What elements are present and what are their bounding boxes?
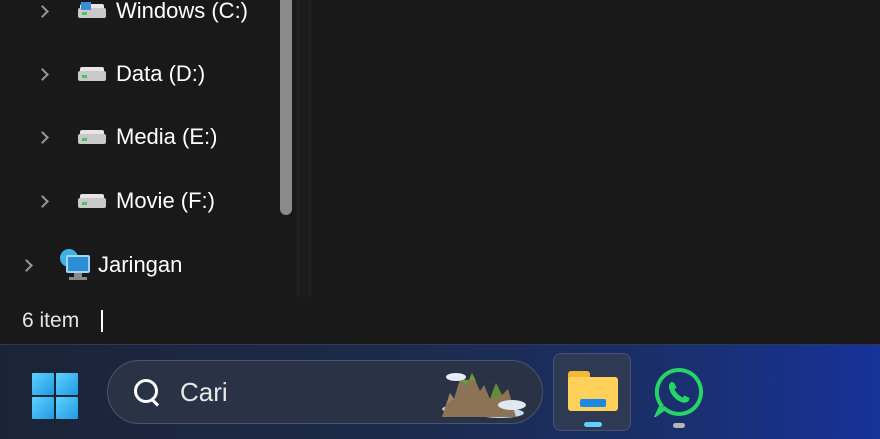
drive-icon — [78, 67, 106, 81]
chevron-right-icon[interactable] — [20, 258, 34, 272]
search-placeholder: Cari — [180, 376, 228, 407]
search-highlight-icon — [442, 373, 526, 418]
drive-icon — [78, 130, 106, 144]
start-button[interactable] — [26, 367, 84, 425]
file-explorer-window: Windows (C:) Data (D:) Media (E:) Movie … — [0, 0, 880, 344]
windows-drive-icon — [78, 2, 106, 18]
network-icon — [60, 249, 92, 281]
chevron-right-icon[interactable] — [36, 130, 50, 144]
search-icon — [132, 377, 162, 407]
tree-item-label: Media (E:) — [116, 124, 218, 149]
active-indicator — [584, 422, 602, 427]
tree-item-media-e[interactable]: Media (E:) — [36, 117, 217, 157]
taskbar: Cari — [0, 344, 880, 439]
pane-divider[interactable] — [297, 0, 311, 297]
running-indicator — [673, 423, 685, 428]
folder-icon — [568, 371, 618, 411]
tree-item-label: Windows (C:) — [116, 0, 249, 23]
drive-icon — [78, 194, 106, 208]
scrollbar-thumb[interactable] — [280, 0, 292, 215]
tree-item-movie-f[interactable]: Movie (F:) — [36, 181, 215, 221]
windows-logo-icon — [56, 397, 78, 419]
search-input[interactable]: Cari — [107, 360, 543, 424]
text-cursor — [101, 309, 104, 332]
windows-logo-icon — [56, 373, 78, 395]
taskbar-whatsapp[interactable] — [640, 353, 718, 431]
taskbar-file-explorer[interactable] — [553, 353, 631, 431]
status-bar: 6 item — [0, 297, 880, 344]
tree-item-label: Jaringan — [98, 252, 183, 277]
navigation-pane: Windows (C:) Data (D:) Media (E:) Movie … — [0, 0, 297, 297]
item-count: 6 item — [22, 308, 80, 332]
whatsapp-icon — [654, 367, 704, 417]
chevron-right-icon[interactable] — [36, 194, 50, 208]
tree-item-jaringan[interactable]: Jaringan — [20, 245, 182, 285]
nav-scrollbar[interactable] — [279, 0, 293, 297]
windows-logo-icon — [32, 373, 54, 395]
content-pane[interactable] — [311, 0, 880, 297]
tree-item-label: Movie (F:) — [116, 188, 215, 213]
tree-item-label: Data (D:) — [116, 61, 206, 86]
tree-item-data-d[interactable]: Data (D:) — [36, 54, 205, 94]
chevron-right-icon[interactable] — [36, 67, 50, 81]
tree-item-windows-c[interactable]: Windows (C:) — [36, 0, 248, 31]
chevron-right-icon[interactable] — [36, 4, 50, 18]
windows-logo-icon — [32, 397, 54, 419]
